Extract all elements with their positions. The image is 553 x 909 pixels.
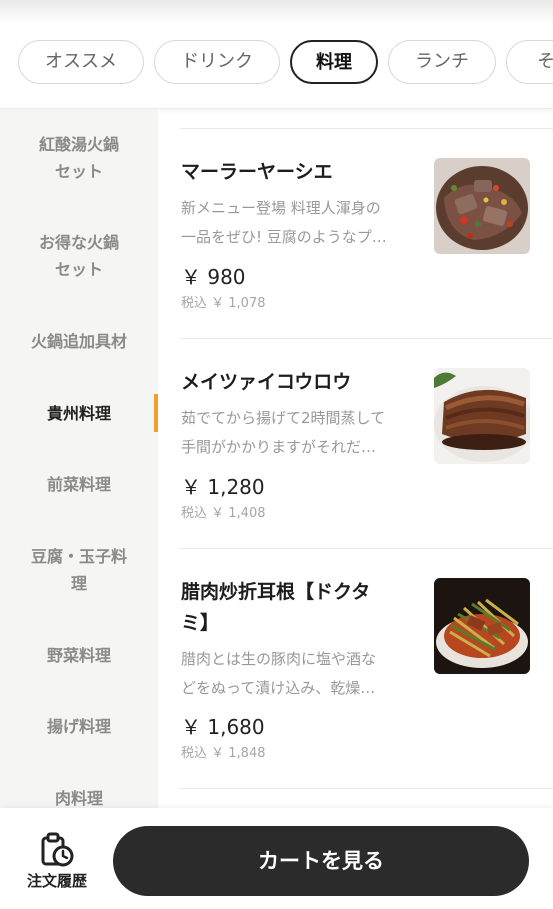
tab-lunch[interactable]: ランチ [388, 40, 496, 84]
sidebar-item-fried[interactable]: 揚げ料理 [0, 713, 158, 740]
menu-item-card[interactable]: 腊肉炒折耳根【ドクタ ミ】 腊肉とは生の豚肉に塩や酒な どをぬって漬け込み、乾燥… [158, 549, 553, 789]
sidebar-item-value-hotpot-set[interactable]: お得な火鍋 セット [0, 229, 158, 283]
tab-osusume[interactable]: オススメ [18, 40, 144, 84]
view-cart-button[interactable]: カートを見る [113, 826, 529, 896]
sidebar-item-vegetables[interactable]: 野菜料理 [0, 642, 158, 669]
sidebar-item-meat[interactable]: 肉料理 [0, 785, 158, 809]
order-history-button[interactable]: 注文履歴 [14, 832, 100, 891]
menu-item-price: ￥ 1,680 [181, 715, 265, 739]
tab-ryouri[interactable]: 料理 [290, 40, 378, 84]
category-tab-bar: オススメドリンク料理ランチそ [0, 24, 553, 109]
menu-item-card[interactable]: メイツァイコウロウ 茹でてから揚げて2時間蒸して 手間がかかりますがそれだ… ￥… [158, 339, 553, 549]
dish-photo-pork-belly[interactable] [434, 368, 530, 464]
menu-item-price-tax: 税込 ￥ 1,408 [181, 506, 266, 521]
menu-item-description: 新メニュー登場 料理人渾身の 一品をぜひ! 豆腐のようなプ… [181, 199, 387, 246]
sidebar-item-hotpot-set[interactable]: 紅酸湯火鍋 セット [0, 131, 158, 185]
sidebar-item-tofu-egg[interactable]: 豆腐・玉子料 理 [0, 543, 158, 597]
clipboard-clock-icon [41, 832, 74, 867]
sidebar-item-appetizers[interactable]: 前菜料理 [0, 471, 158, 498]
menu-item-card[interactable]: マーラーヤーシエ 新メニュー登場 料理人渾身の 一品をぜひ! 豆腐のようなプ… … [158, 129, 553, 339]
divider [180, 788, 553, 789]
order-history-label: 注文履歴 [26, 872, 87, 890]
menu-item-price: ￥ 1,280 [181, 475, 265, 499]
menu-item-description: 腊肉とは生の豚肉に塩や酒な どをぬって漬け込み、乾燥… [181, 650, 377, 697]
menu-list: マーラーヤーシエ 新メニュー登場 料理人渾身の 一品をぜひ! 豆腐のようなプ… … [158, 109, 553, 809]
category-sidebar: 紅酸湯火鍋 セット お得な火鍋 セット 火鍋追加具材 貴州料理 前菜料理 豆腐・… [0, 109, 158, 809]
menu-item-price: ￥ 980 [181, 265, 246, 289]
bottom-bar: 注文履歴 カートを見る [0, 808, 553, 909]
menu-item-title: マーラーヤーシエ [181, 161, 333, 183]
tab-drink[interactable]: ドリンク [154, 40, 280, 84]
sidebar-item-guizhou[interactable]: 貴州料理 [0, 400, 158, 427]
sidebar-item-hotpot-extras[interactable]: 火鍋追加具材 [0, 328, 158, 355]
menu-item-description: 茹でてから揚げて2時間蒸して 手間がかかりますがそれだ… [181, 409, 386, 456]
tab-other[interactable]: そ [506, 40, 553, 84]
dish-photo-cured-pork[interactable] [434, 578, 530, 674]
top-fade [0, 0, 553, 24]
menu-item-title: 腊肉炒折耳根【ドクタ ミ】 [181, 581, 371, 634]
menu-item-title: メイツァイコウロウ [181, 371, 352, 393]
menu-item-price-tax: 税込 ￥ 1,078 [181, 296, 266, 311]
menu-item-price-tax: 税込 ￥ 1,848 [181, 746, 266, 761]
dish-photo-stirfry[interactable] [434, 158, 530, 254]
